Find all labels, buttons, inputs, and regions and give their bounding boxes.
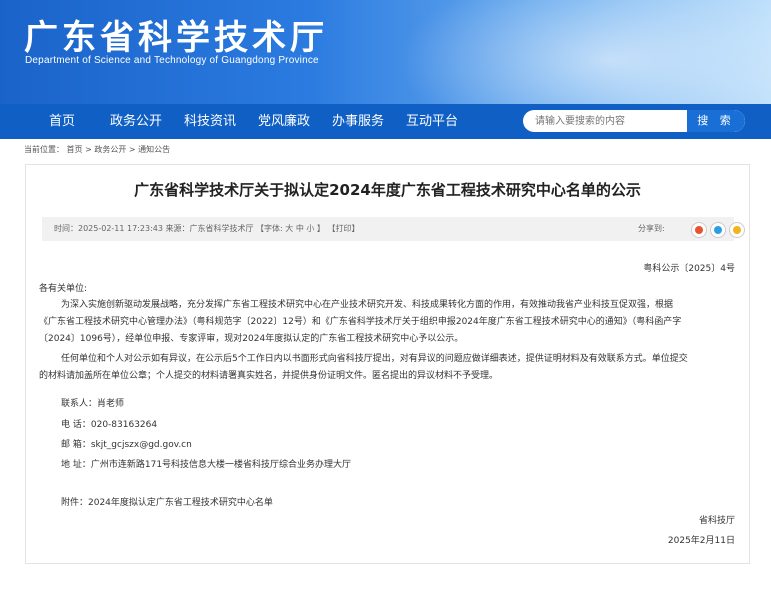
weibo-share-icon[interactable] bbox=[691, 222, 707, 238]
contact-email: 邮 箱：skjt_gcjszx@gd.gov.cn bbox=[61, 440, 192, 450]
contact-phone: 电 话：020-83163264 bbox=[61, 420, 158, 430]
article-title: 广东省科学技术厅关于拟认定2024年度广东省工程技术研究中心名单的公示 bbox=[134, 181, 641, 199]
salutation: 各有关单位: bbox=[39, 284, 88, 294]
paragraph-1-line: 《广东省工程技术研究中心管理办法》（粤科规范字〔2022〕12号）和《广东省科学… bbox=[39, 317, 682, 327]
article-meta-bar: 时间：2025-02-11 17:23:43 来源：广东省科学技术厅 【字体: … bbox=[42, 217, 745, 241]
nav-item-home[interactable]: 首页 bbox=[38, 104, 86, 139]
signer: 省科技厅 bbox=[698, 516, 735, 526]
nav-item-gov-affairs[interactable]: 政务公开 bbox=[106, 104, 166, 139]
search-button[interactable]: 搜 索 bbox=[687, 110, 745, 132]
publish-date: 2025年2月11日 bbox=[667, 536, 735, 546]
doc-number: 粤科公示〔2025〕4号 bbox=[643, 264, 735, 274]
paragraph-1-line: 〔2024〕1096号），经单位申报、专家评审，现对2024年度拟认定的广东省工… bbox=[39, 334, 464, 344]
nav-item-integrity[interactable]: 党风廉政 bbox=[254, 104, 314, 139]
breadcrumb: 当前位置： 首页 > 政务公开 > 通知公告 bbox=[24, 145, 171, 154]
site-subtitle: Department of Science and Technology of … bbox=[25, 55, 319, 66]
banner-glow bbox=[380, 0, 771, 104]
paragraph-1-line: 为深入实施创新驱动发展战略，充分发挥广东省工程技术研究中心在产业技术研究开发、科… bbox=[61, 300, 674, 310]
paragraph-1: 为深入实施创新驱动发展战略，充分发挥广东省工程技术研究中心在产业技术研究开发、科… bbox=[39, 297, 737, 348]
paragraph-2: 任何单位和个人对公示如有异议，在公示后5个工作日内以书面形式向省科技厅提出，对有… bbox=[39, 351, 737, 385]
qzone-share-icon[interactable] bbox=[729, 222, 745, 238]
paragraph-2-line: 的材料请加盖所在单位公章；个人提交的材料请署真实姓名，并提供身份证明文件。匿名提… bbox=[39, 371, 499, 381]
contact-person: 联系人：肖老师 bbox=[61, 399, 125, 409]
paragraph-2-line: 任何单位和个人对公示如有异议，在公示后5个工作日内以书面形式向省科技厅提出，对有… bbox=[61, 354, 688, 364]
nav-item-sci-news[interactable]: 科技资讯 bbox=[180, 104, 240, 139]
article-meta: 时间：2025-02-11 17:23:43 来源：广东省科学技术厅 【字体: … bbox=[54, 224, 360, 233]
share-label: 分享到: bbox=[638, 224, 665, 233]
nav-item-interaction[interactable]: 互动平台 bbox=[402, 104, 462, 139]
attachment-link[interactable]: 附件：2024年度拟认定广东省工程技术研究中心名单 bbox=[61, 495, 273, 508]
search-box: 搜 索 bbox=[523, 110, 745, 132]
site-title: 广东省科学技术厅 bbox=[24, 18, 328, 58]
article-panel: 广东省科学技术厅关于拟认定2024年度广东省工程技术研究中心名单的公示 时间：2… bbox=[25, 164, 750, 564]
contact-address: 地 址：广州市连新路171号科技信息大楼一楼省科技厅综合业务办理大厅 bbox=[61, 460, 352, 470]
header-banner: 广东省科学技术厅 Department of Science and Techn… bbox=[0, 0, 771, 104]
search-input[interactable] bbox=[535, 110, 685, 132]
nav-item-services[interactable]: 办事服务 bbox=[328, 104, 388, 139]
qq-share-icon[interactable] bbox=[710, 222, 726, 238]
